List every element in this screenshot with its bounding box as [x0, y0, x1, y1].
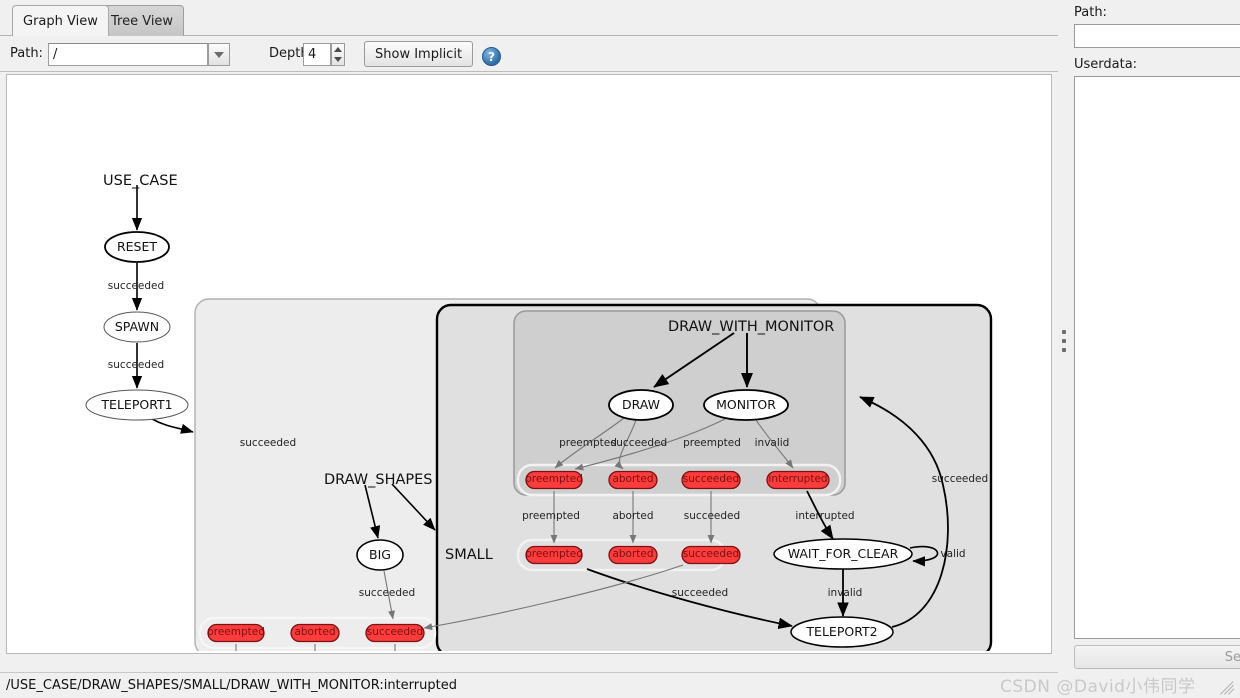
state-node-WAIT_FOR_CLEAR[interactable]	[773, 538, 913, 570]
state-node-RESET[interactable]	[104, 231, 170, 263]
stepper-down-icon[interactable]	[334, 57, 342, 63]
graph-toolbar: Path: Depth: Show Implicit	[0, 36, 1058, 72]
state-node-DRAW[interactable]	[608, 389, 674, 421]
depth-input[interactable]	[303, 43, 331, 66]
outcome-node-ds-aborted[interactable]	[290, 623, 340, 643]
graph-panel: Graph View Tree View Path: Depth: Show I…	[0, 0, 1058, 698]
show-implicit-label: Show Implicit	[375, 46, 463, 62]
set-as-button[interactable]: Set as	[1074, 645, 1240, 669]
outcome-node-ds-preempted[interactable]	[207, 623, 265, 643]
state-node-MONITOR[interactable]	[703, 389, 789, 421]
container-title-DRAW_SHAPES: DRAW_SHAPES	[324, 472, 433, 488]
help-icon[interactable]: ?	[482, 47, 501, 66]
path-label: Path:	[10, 46, 43, 61]
container-DRAW_WITH_MONITOR[interactable]	[513, 310, 846, 496]
state-node-TELEPORT2[interactable]	[790, 616, 894, 648]
chevron-down-icon	[214, 51, 224, 58]
state-machine-graph[interactable]	[7, 75, 1049, 651]
inspector-path-input[interactable]	[1074, 24, 1240, 48]
set-as-label: Set as	[1224, 649, 1240, 665]
inspector-path-label: Path:	[1074, 5, 1107, 20]
application-window: Graph View Tree View Path: Depth: Show I…	[0, 0, 1240, 698]
state-node-TELEPORT1[interactable]	[85, 389, 189, 421]
graph-canvas-frame[interactable]: RESET SPAWN TELEPORT1 BIG DRAW MONITOR WAIT_FO…	[6, 74, 1052, 654]
state-node-SPAWN[interactable]	[103, 311, 171, 343]
inspector-userdata-label: Userdata:	[1074, 57, 1138, 72]
help-glyph: ?	[488, 49, 495, 64]
inspector-userdata-textarea[interactable]	[1074, 76, 1240, 639]
tab-tree-view-label: Tree View	[111, 13, 174, 29]
tab-graph-view[interactable]: Graph View	[12, 5, 109, 36]
path-dropdown-button[interactable]	[208, 43, 230, 66]
stepper-up-icon[interactable]	[334, 46, 342, 52]
container-title-DRAW_WITH_MONITOR: DRAW_WITH_MONITOR	[668, 319, 835, 335]
status-bar: /USE_CASE/DRAW_SHAPES/SMALL/DRAW_WITH_MO…	[0, 672, 1058, 698]
tab-graph-view-label: Graph View	[23, 13, 98, 29]
outcome-node-dwm-aborted[interactable]	[608, 470, 658, 490]
splitter-handle-icon[interactable]	[1062, 330, 1066, 352]
graph-edge	[151, 418, 194, 434]
outcome-node-small-succeeded[interactable]	[681, 545, 741, 565]
outcome-node-ds-succeeded[interactable]	[365, 623, 425, 643]
outcome-node-small-preempted[interactable]	[525, 545, 583, 565]
outcome-node-small-aborted[interactable]	[608, 545, 658, 565]
inspector-panel: Path: Userdata: Set as	[1070, 0, 1240, 697]
outcome-node-dwm-succeeded[interactable]	[681, 470, 741, 490]
tab-tree-view[interactable]: Tree View	[100, 5, 185, 36]
graph-canvas[interactable]: RESET SPAWN TELEPORT1 BIG DRAW MONITOR WAIT_FO…	[7, 75, 1049, 651]
depth-stepper[interactable]	[331, 43, 345, 66]
status-bar-text: /USE_CASE/DRAW_SHAPES/SMALL/DRAW_WITH_MO…	[6, 678, 457, 693]
resize-grip-icon[interactable]	[1220, 680, 1238, 695]
state-node-BIG[interactable]	[356, 539, 404, 571]
outcome-node-dwm-preempted[interactable]	[525, 470, 583, 490]
outcome-node-dwm-interrupted[interactable]	[766, 470, 830, 490]
container-title-SMALL: SMALL	[445, 547, 493, 563]
show-implicit-button[interactable]: Show Implicit	[364, 41, 474, 67]
path-input[interactable]	[48, 43, 208, 66]
container-title-USE_CASE: USE_CASE	[103, 173, 178, 189]
panel-splitter[interactable]	[1058, 0, 1070, 697]
view-tabbar: Graph View Tree View	[0, 0, 1058, 36]
